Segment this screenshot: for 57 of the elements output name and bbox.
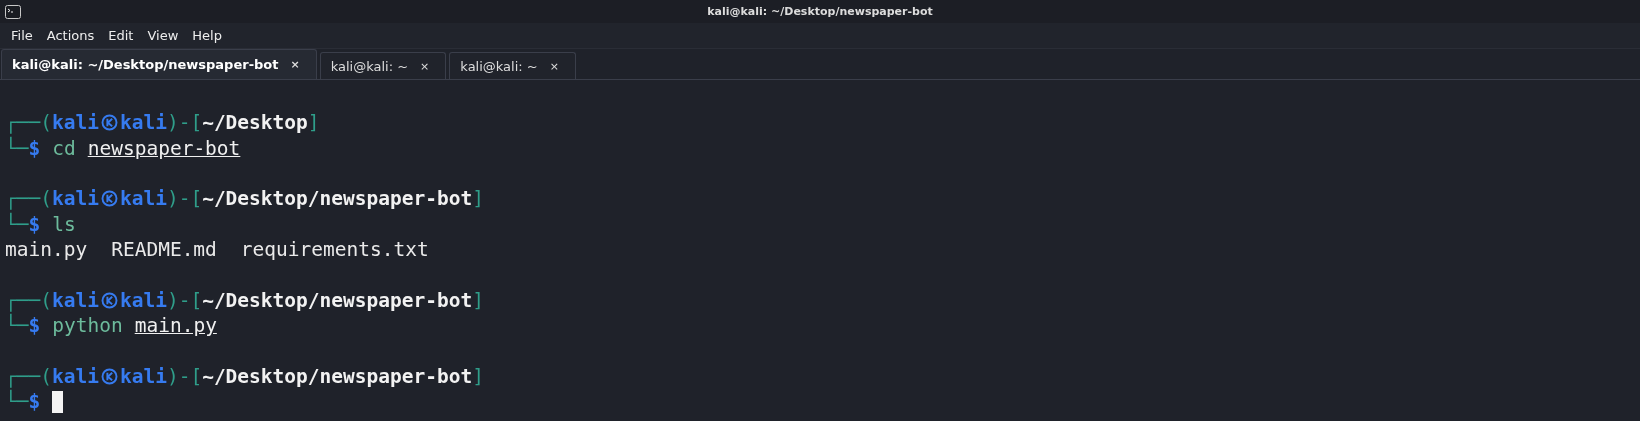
command: ls <box>52 211 76 237</box>
prompt-host: kali <box>119 110 167 136</box>
file-name: requirements.txt <box>240 237 429 263</box>
prompt-frame: ┌──( <box>5 110 52 136</box>
terminal-icon <box>5 4 21 19</box>
prompt-frame: ┌──( <box>5 186 52 212</box>
terminal-tab[interactable]: kali@kali: ~ × <box>449 52 576 79</box>
prompt-user: kali <box>51 110 99 136</box>
file-name: main.py <box>5 237 88 263</box>
prompt-frame: ] <box>472 364 484 390</box>
prompt-host: kali <box>119 287 167 313</box>
command-argument: newspaper-bot <box>87 135 241 161</box>
close-tab-button[interactable]: × <box>420 59 430 73</box>
menu-item[interactable]: Help <box>185 26 229 45</box>
circled-k-icon <box>100 114 118 132</box>
prompt-frame: )-[ <box>166 186 203 212</box>
prompt-frame: └─ <box>5 211 29 237</box>
terminal-tab[interactable]: kali@kali: ~/Desktop/newspaper-bot × <box>1 49 317 79</box>
command: cd <box>52 135 76 161</box>
prompt-frame: )-[ <box>166 287 203 313</box>
prompt-frame: ] <box>472 287 484 313</box>
prompt-dollar: $ <box>28 211 41 237</box>
prompt-path: ~/Desktop/newspaper-bot <box>202 287 473 313</box>
prompt-frame: └─ <box>5 389 29 415</box>
prompt-path: ~/Desktop/newspaper-bot <box>202 364 473 390</box>
prompt-dollar: $ <box>28 390 41 415</box>
prompt-dollar: $ <box>28 314 41 339</box>
circled-k-icon <box>100 190 118 208</box>
close-tab-button[interactable]: × <box>549 59 559 73</box>
prompt-dollar: $ <box>28 135 41 161</box>
prompt-user: kali <box>51 364 99 390</box>
prompt-frame: ] <box>307 110 320 136</box>
prompt-frame: ┌──( <box>5 287 52 313</box>
menu-item[interactable]: Actions <box>39 26 102 45</box>
command: python <box>52 313 123 339</box>
circled-k-icon <box>100 291 118 309</box>
command-argument: main.py <box>134 313 217 339</box>
prompt-user: kali <box>51 186 99 212</box>
menu-item[interactable]: View <box>140 26 186 45</box>
prompt-frame: )-[ <box>166 364 203 390</box>
circled-k-icon <box>100 368 118 386</box>
menu-item[interactable]: Edit <box>101 26 141 45</box>
prompt-frame: )-[ <box>166 110 203 136</box>
close-tab-button[interactable]: × <box>290 58 300 71</box>
prompt-frame: ] <box>472 186 484 212</box>
menu-item[interactable]: File <box>4 26 40 45</box>
window-title: kali@kali: ~/Desktop/newspaper-bot <box>707 5 933 18</box>
prompt-host: kali <box>119 364 167 390</box>
prompt-frame: └─ <box>5 313 29 339</box>
prompt-path: ~/Desktop/newspaper-bot <box>202 186 473 212</box>
prompt-frame: ┌──( <box>5 364 52 390</box>
prompt-frame: └─ <box>5 135 29 161</box>
prompt-user: kali <box>51 287 99 313</box>
terminal-tab[interactable]: kali@kali: ~ × <box>319 52 447 79</box>
prompt-host: kali <box>119 186 167 212</box>
file-name: README.md <box>111 237 217 263</box>
prompt-path: ~/Desktop <box>202 110 308 136</box>
